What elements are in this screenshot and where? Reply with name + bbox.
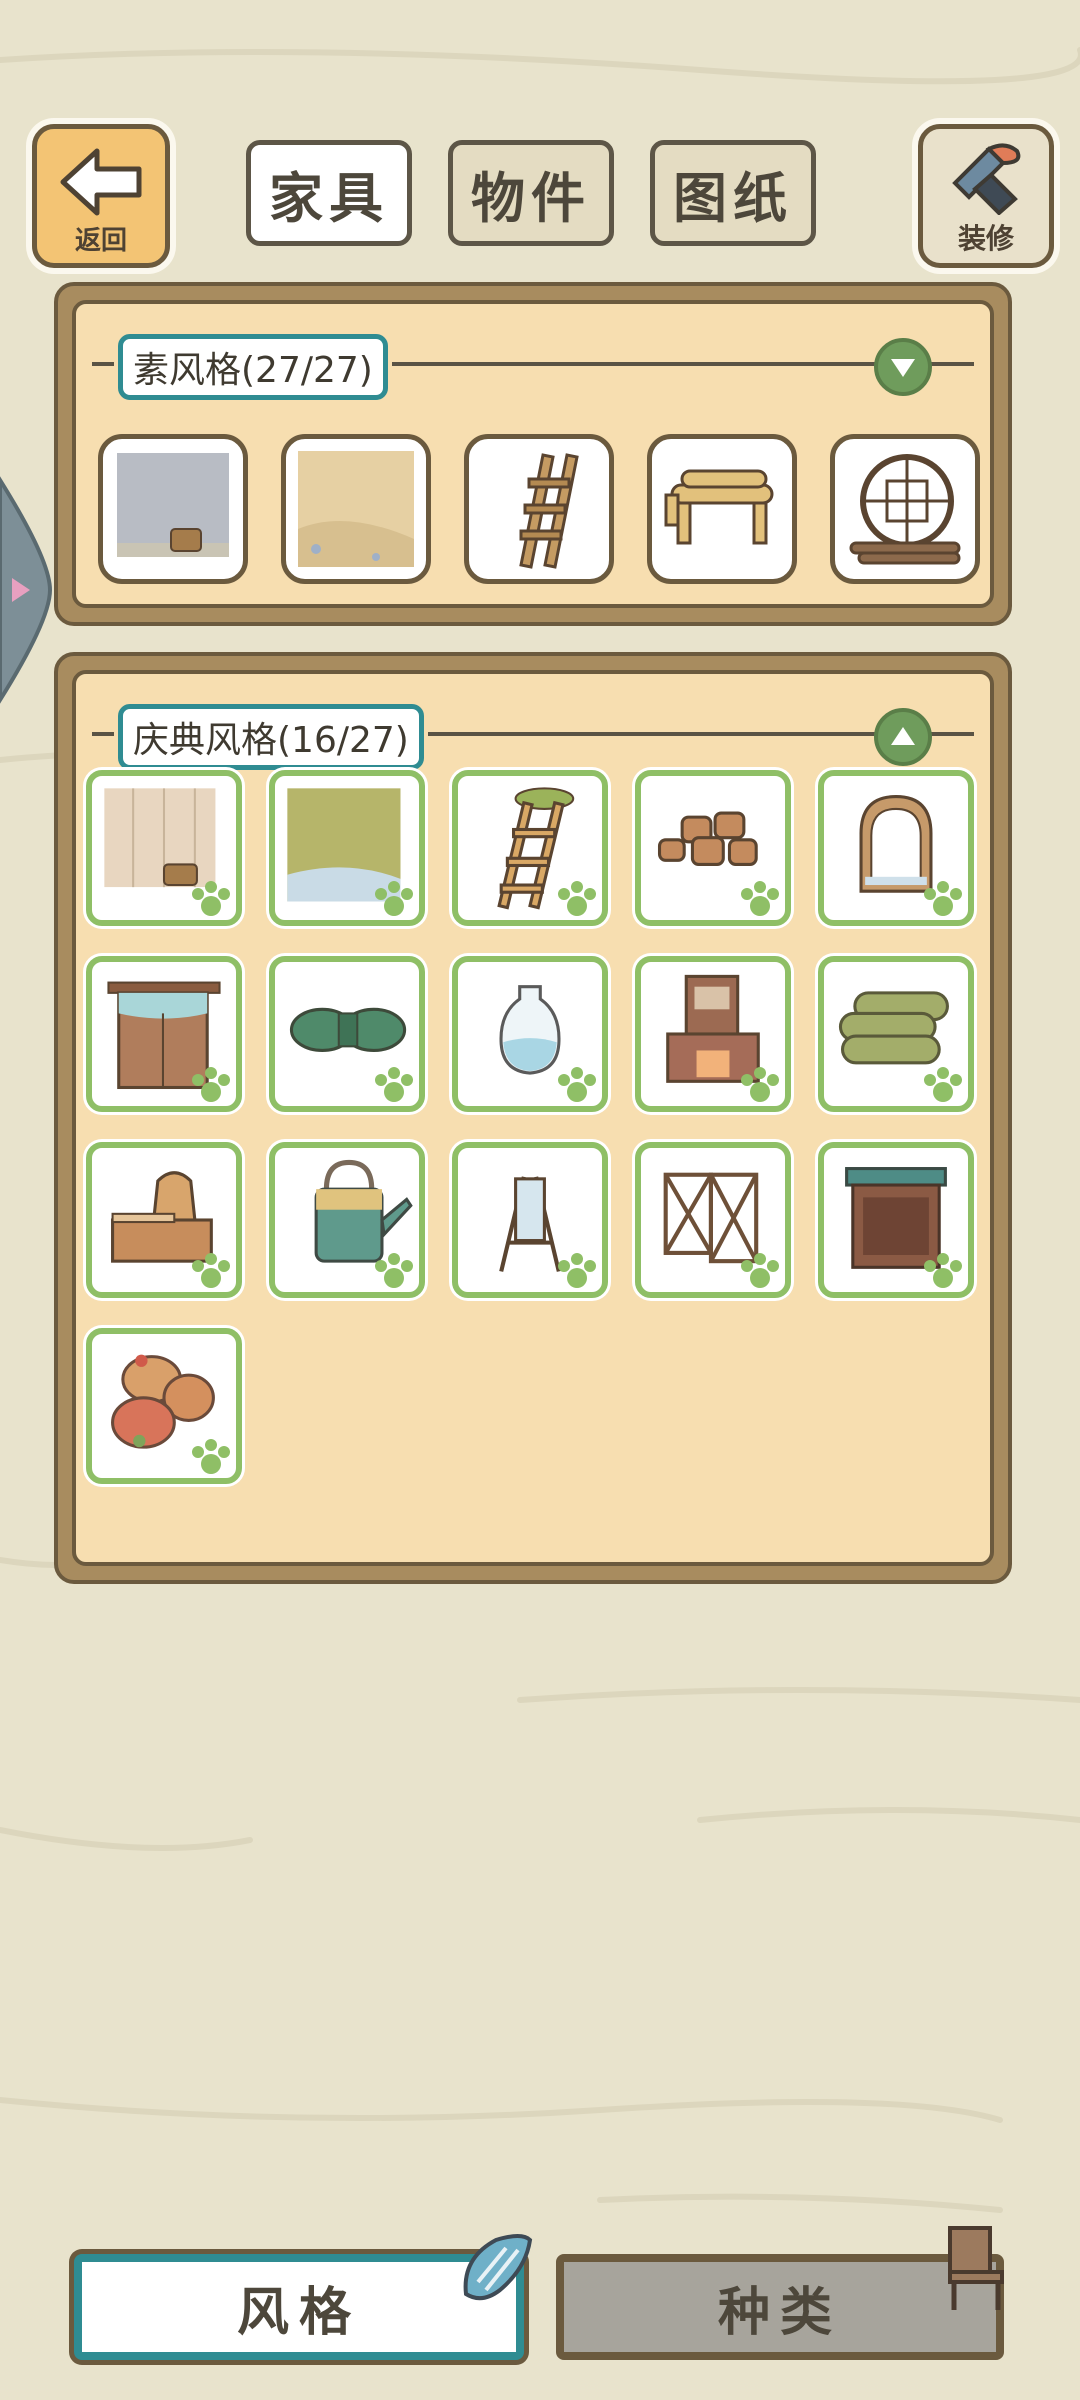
style-section-festival: 庆典风格(16/27) — [54, 652, 1012, 1584]
side-drawer-handle[interactable] — [0, 470, 56, 710]
item-wall-floor-plank[interactable] — [86, 770, 242, 926]
section-body: 庆典风格(16/27) — [72, 670, 994, 1566]
item-log-bench[interactable] — [647, 434, 797, 584]
frog-paw-icon — [558, 1253, 596, 1288]
paint-brush-icon — [952, 143, 1021, 215]
item-glass-vase[interactable] — [452, 956, 608, 1112]
frog-paw-icon — [375, 881, 413, 916]
item-arched-window[interactable] — [818, 770, 974, 926]
chair-icon — [948, 2226, 1004, 2310]
item-stove-counter[interactable] — [86, 1142, 242, 1298]
decorate-button[interactable]: 装修 — [918, 124, 1054, 268]
item-curtained-door[interactable] — [86, 956, 242, 1112]
section-body: 素风格(27/27) — [72, 300, 994, 608]
frog-paw-icon — [741, 881, 779, 916]
frog-paw-icon — [924, 1253, 962, 1288]
item-lattice-screen[interactable] — [635, 1142, 791, 1298]
frog-paw-icon — [192, 1439, 230, 1474]
tab-furniture[interactable]: 家具 — [246, 140, 412, 246]
item-ground-grass[interactable] — [269, 770, 425, 926]
frog-paw-icon — [192, 1253, 230, 1288]
item-standing-mirror[interactable] — [452, 1142, 608, 1298]
frog-paw-icon — [741, 1253, 779, 1288]
item-round-lattice-window[interactable] — [830, 434, 980, 584]
log-bench-icon — [664, 469, 774, 545]
back-button[interactable]: 返回 — [32, 124, 170, 268]
frog-paw-icon — [741, 1067, 779, 1102]
section-title[interactable]: 庆典风格(16/27) — [118, 704, 424, 770]
frog-paw-icon — [924, 1067, 962, 1102]
frog-paw-icon — [375, 1067, 413, 1102]
item-drum-stools[interactable] — [635, 770, 791, 926]
frog-paw-icon — [375, 1253, 413, 1288]
item-bookshelf-fireplace[interactable] — [635, 956, 791, 1112]
back-arrow-icon — [60, 148, 142, 216]
item-fruit-sacks[interactable] — [86, 1328, 242, 1484]
ladder-icon — [519, 453, 579, 569]
chevron-down-icon — [891, 359, 915, 377]
chevron-up-icon — [891, 727, 915, 745]
section-title[interactable]: 素风格(27/27) — [118, 334, 388, 400]
shell-icon — [463, 2234, 533, 2301]
frog-paw-icon — [192, 881, 230, 916]
back-label: 返回 — [74, 226, 127, 256]
item-watering-can[interactable] — [269, 1142, 425, 1298]
round-window-icon — [849, 454, 961, 565]
decorate-label: 装修 — [957, 222, 1014, 255]
item-bundle-pillow[interactable] — [269, 956, 425, 1112]
item-teal-cabinet[interactable] — [818, 1142, 974, 1298]
frog-paw-icon — [924, 881, 962, 916]
sand-ground-icon — [298, 451, 414, 567]
category-filter-button[interactable]: 种类 — [556, 2254, 1004, 2360]
frog-paw-icon — [558, 1067, 596, 1102]
item-wall-floor-grey[interactable] — [98, 434, 248, 584]
tab-objects[interactable]: 物件 — [448, 140, 614, 246]
grey-wall-icon — [117, 453, 229, 557]
item-ground-sand[interactable] — [281, 434, 431, 584]
expand-toggle-button[interactable] — [874, 338, 932, 396]
tab-blueprints[interactable]: 图纸 — [650, 140, 816, 246]
style-section-plain: 素风格(27/27) — [54, 282, 1012, 626]
frog-paw-icon — [558, 881, 596, 916]
item-rolled-mats[interactable] — [818, 956, 974, 1112]
collapse-toggle-button[interactable] — [874, 708, 932, 766]
item-wooden-ladder[interactable] — [464, 434, 614, 584]
item-grass-ladder[interactable] — [452, 770, 608, 926]
frog-paw-icon — [192, 1067, 230, 1102]
